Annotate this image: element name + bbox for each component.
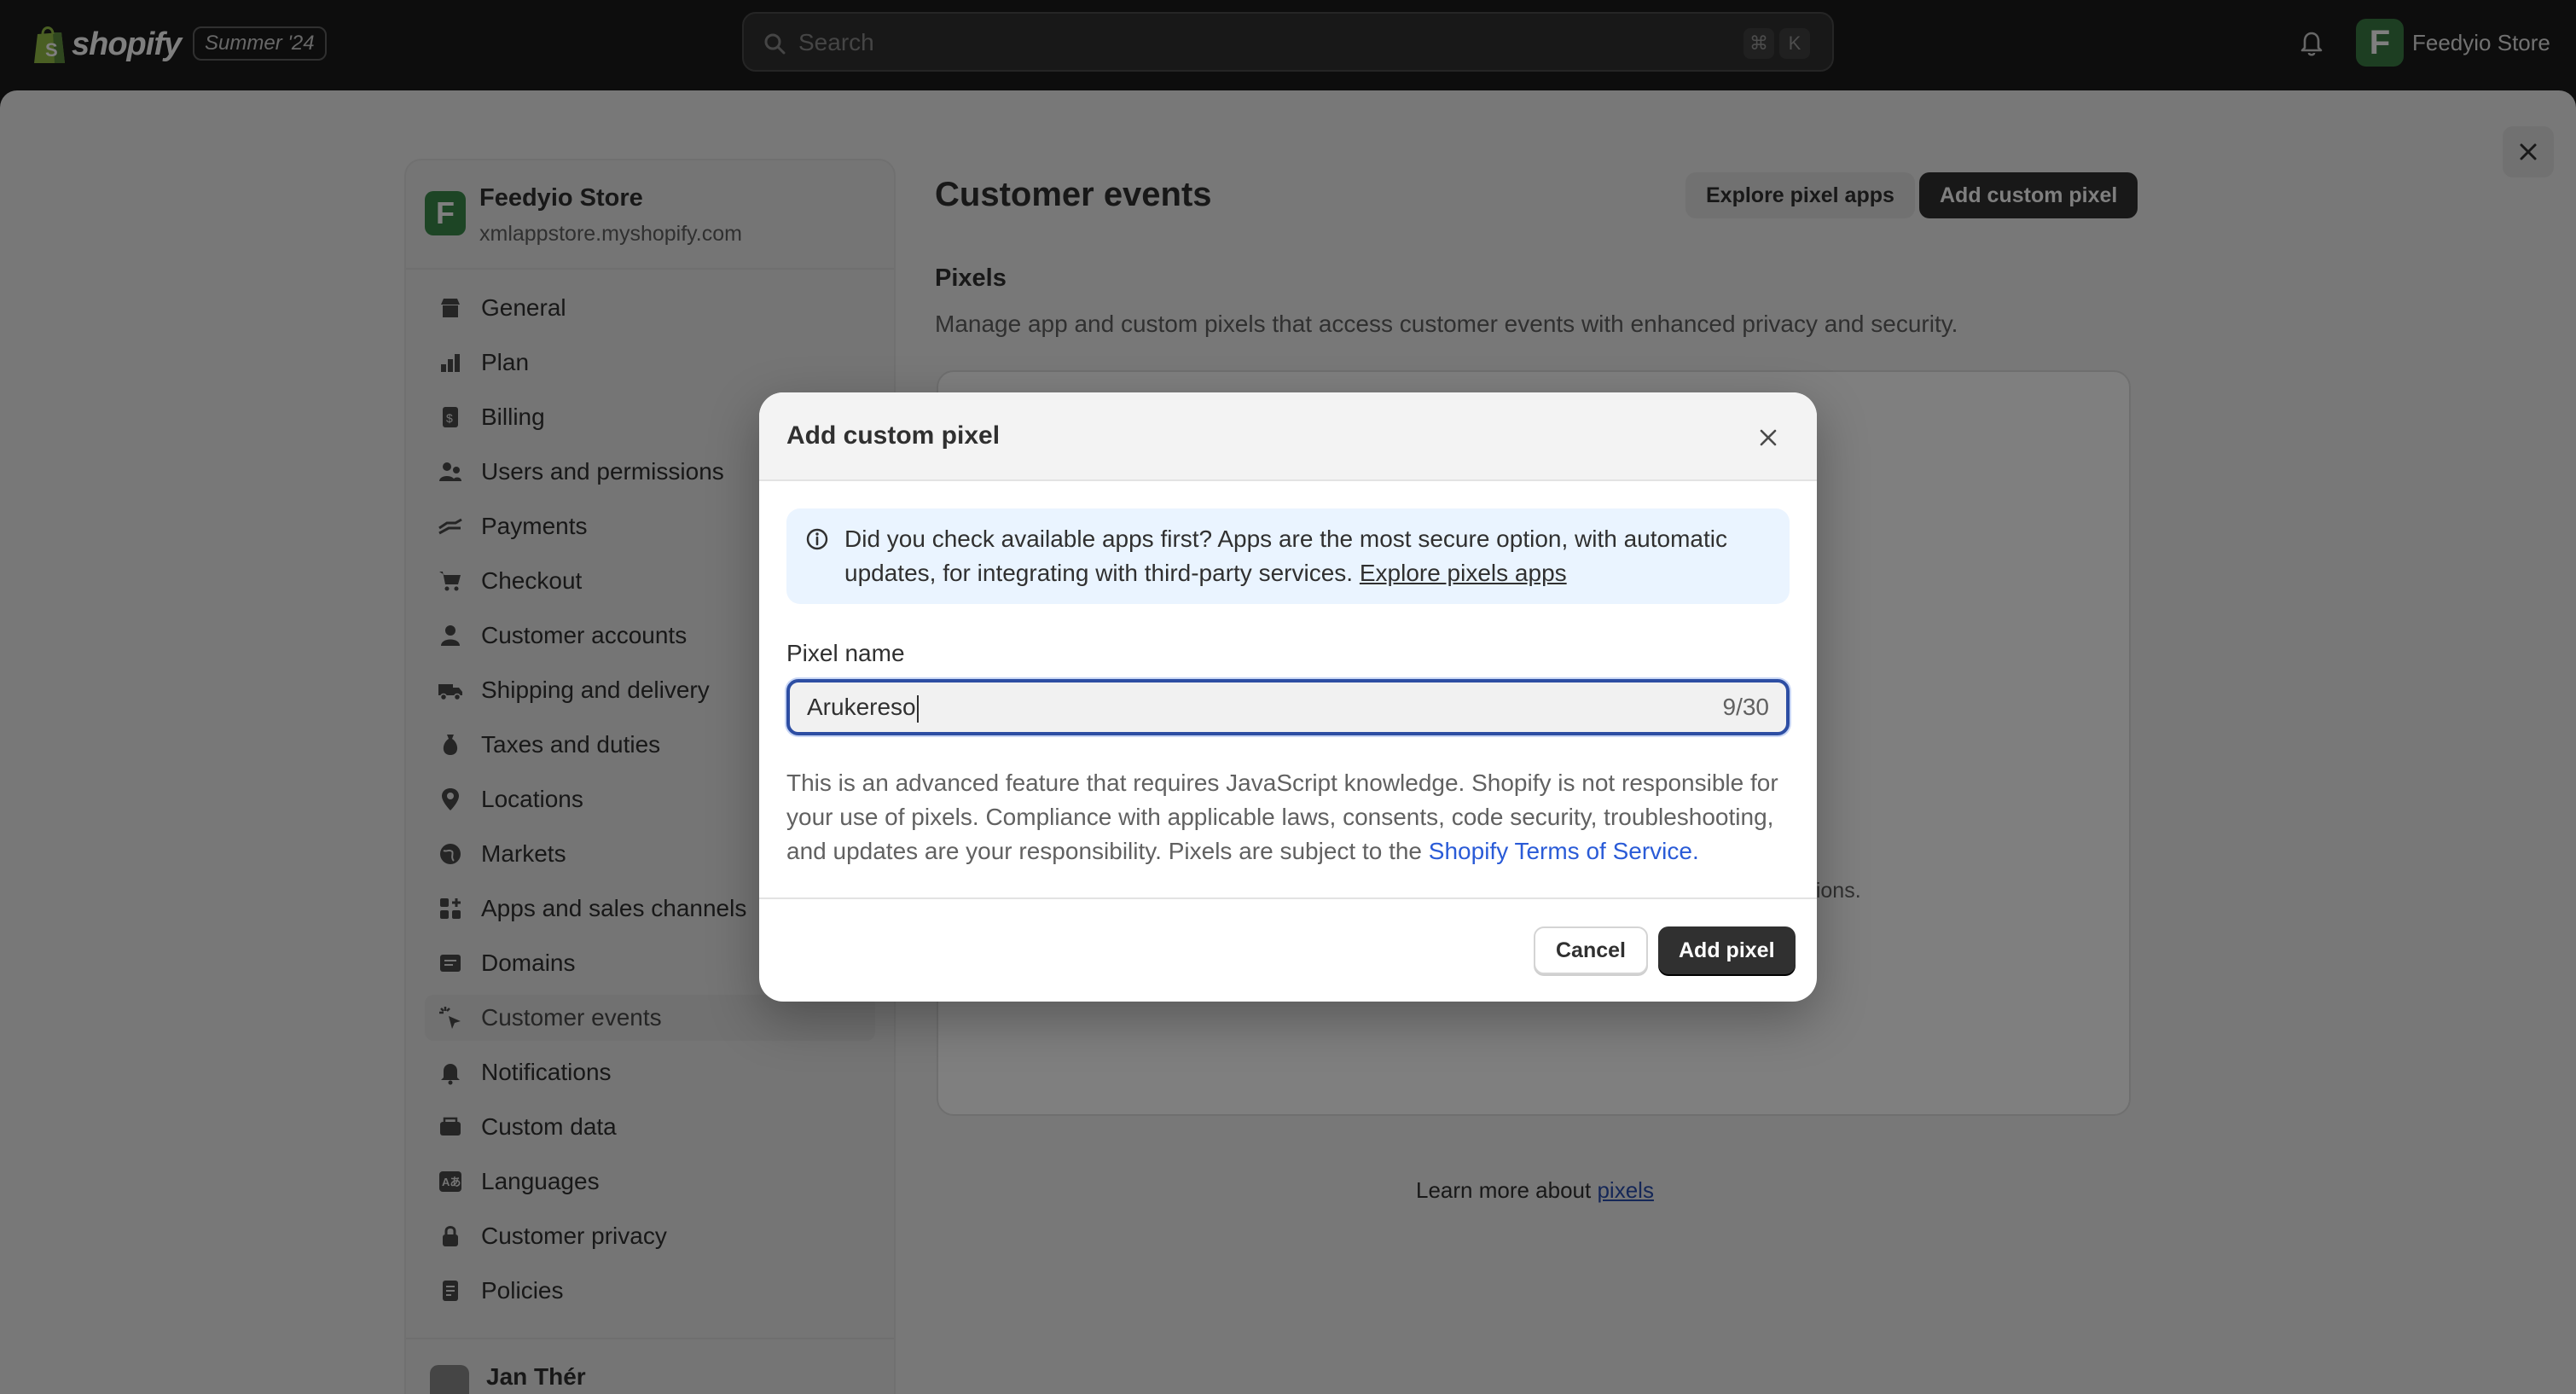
legal-end-period: . [1691,838,1699,864]
terms-of-service-link[interactable]: Shopify Terms of Service [1429,838,1692,864]
pixel-name-text: Arukereso [807,694,916,720]
add-pixel-button[interactable]: Add pixel [1658,926,1796,974]
character-count: 9/30 [1722,694,1770,720]
modal-footer: Cancel Add pixel [759,897,1817,1002]
legal-notice: This is an advanced feature that require… [786,766,1793,868]
info-icon [806,528,828,550]
modal-header: Add custom pixel [759,392,1817,481]
modal-title: Add custom pixel [786,421,1001,450]
pixel-name-value: Arukereso [807,694,919,723]
text-caret [916,694,919,723]
close-icon[interactable] [1754,423,1783,452]
info-banner: Did you check available apps first? Apps… [786,508,1790,604]
cancel-button[interactable]: Cancel [1534,926,1648,974]
pixel-name-input[interactable]: Arukereso 9/30 [786,679,1790,735]
add-custom-pixel-modal: Add custom pixel Did you check available… [759,392,1817,1002]
pixel-name-label: Pixel name [786,640,905,666]
explore-pixels-apps-link[interactable]: Explore pixels apps [1360,560,1567,586]
info-banner-text: Did you check available apps first? Apps… [844,522,1766,590]
banner-message: Did you check available apps first? Apps… [844,526,1727,586]
